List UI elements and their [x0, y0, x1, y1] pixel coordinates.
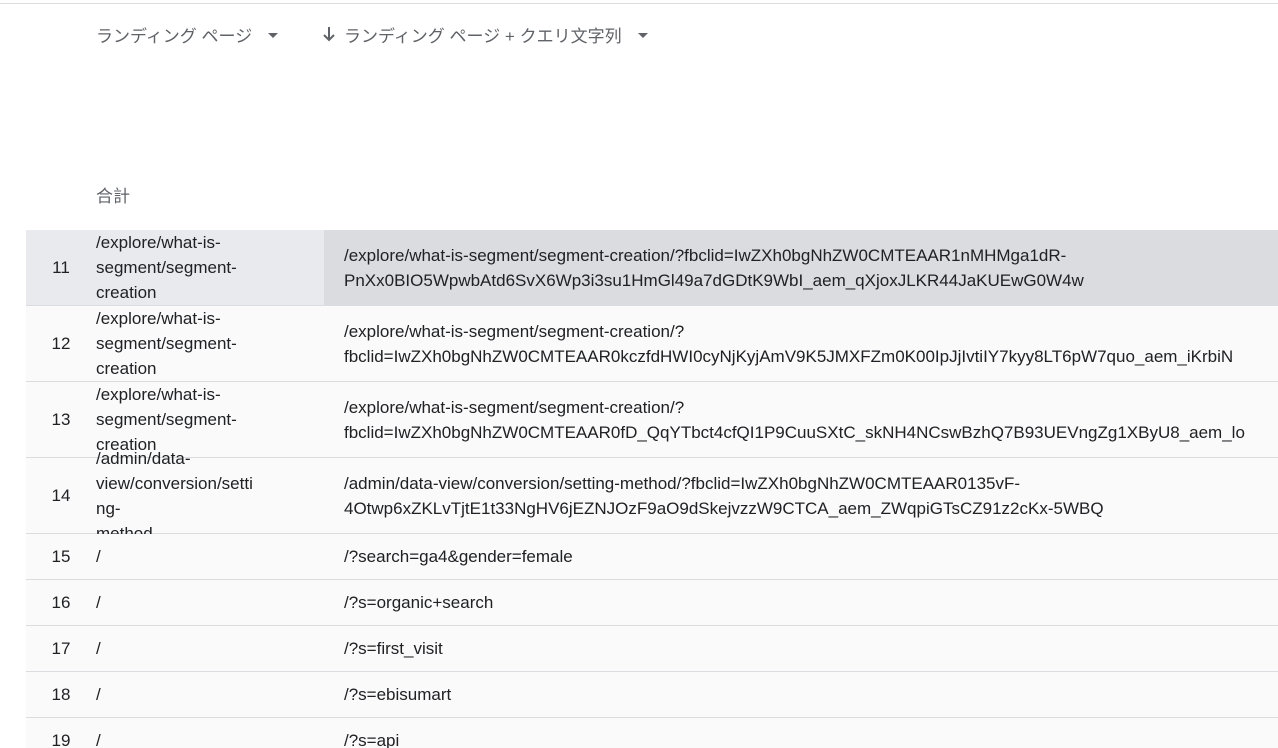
top-divider: [0, 3, 1278, 4]
landing-page-query-cell: /?s=ebisumart: [324, 672, 1278, 717]
table-row[interactable]: 15 / /?search=ga4&gender=female: [26, 534, 1278, 580]
column-header-label: ランディング ページ: [96, 26, 253, 46]
landing-page-cell: /explore/what-is- segment/segment- creat…: [96, 306, 324, 381]
landing-page-query-cell: /admin/data-view/conversion/setting-meth…: [324, 458, 1278, 533]
query-text: /?search=ga4&gender=female: [344, 547, 573, 566]
page-line: /explore/what-is-: [96, 233, 221, 252]
page-text: /: [96, 731, 101, 748]
table-row[interactable]: 12 /explore/what-is- segment/segment- cr…: [26, 306, 1278, 382]
page-line: segment/segment-: [96, 258, 237, 277]
page-line: /explore/what-is-: [96, 309, 221, 328]
landing-page-cell: /admin/data- view/conversion/setting- me…: [96, 449, 324, 543]
table-row[interactable]: 14 /admin/data- view/conversion/setting-…: [26, 449, 1278, 543]
landing-page-cell: /: [96, 534, 324, 579]
row-number: 11: [52, 257, 70, 277]
sort-descending-icon[interactable]: [322, 25, 336, 43]
report-table-view: ランディング ページ ランディング ページ + クエリ文字列 合計 11 /ex…: [0, 0, 1278, 748]
data-table: 11 /explore/what-is- segment/segment- cr…: [26, 230, 1278, 748]
column-header-landing-page[interactable]: ランディング ページ: [96, 14, 279, 54]
query-text: /?s=organic+search: [344, 593, 494, 612]
table-row[interactable]: 11 /explore/what-is- segment/segment- cr…: [26, 230, 1278, 306]
page-text: /: [96, 593, 101, 612]
landing-page-cell: /: [96, 718, 324, 748]
page-text: /: [96, 639, 101, 658]
page-line: segment/segment-: [96, 334, 237, 353]
row-number: 12: [51, 333, 71, 353]
landing-page-cell: /explore/what-is- segment/segment- creat…: [96, 230, 324, 305]
row-number: 14: [51, 485, 71, 505]
table-row[interactable]: 19 / /?s=api: [26, 718, 1278, 748]
landing-page-query-cell: /explore/what-is-segment/segment-creatio…: [324, 230, 1278, 305]
row-number: 18: [51, 684, 71, 704]
total-label: 合計: [96, 187, 130, 206]
landing-page-query-cell: /?s=organic+search: [324, 580, 1278, 625]
page-line: creation: [96, 283, 157, 302]
table-row[interactable]: 16 / /?s=organic+search: [26, 580, 1278, 626]
query-text: /?s=first_visit: [344, 639, 443, 658]
query-text: /?s=ebisumart: [344, 685, 452, 704]
row-number: 17: [51, 638, 71, 658]
landing-page-cell: /: [96, 672, 324, 717]
table-row[interactable]: 18 / /?s=ebisumart: [26, 672, 1278, 718]
caret-down-icon[interactable]: [268, 32, 279, 38]
page-text: /: [96, 547, 101, 566]
caret-down-icon[interactable]: [637, 32, 648, 38]
column-header-label: ランディング ページ + クエリ文字列: [344, 26, 622, 46]
query-text: /explore/what-is-segment/segment-creatio…: [344, 397, 1245, 442]
landing-page-query-cell: /explore/what-is-segment/segment-creatio…: [324, 306, 1278, 381]
page-line: segment/segment-: [96, 410, 237, 429]
row-number: 13: [51, 409, 71, 429]
landing-page-cell: /: [96, 580, 324, 625]
landing-page-query-cell: /explore/what-is-segment/segment-creatio…: [324, 382, 1278, 457]
table-row[interactable]: 17 / /?s=first_visit: [26, 626, 1278, 672]
landing-page-query-cell: /?s=api: [324, 718, 1278, 748]
row-number: 19: [51, 730, 71, 748]
page-line: creation: [96, 359, 157, 378]
page-line: view/conversion/setting-: [96, 473, 253, 518]
row-number: 15: [51, 546, 71, 566]
query-text: /explore/what-is-segment/segment-creatio…: [344, 245, 1084, 290]
query-text: /explore/what-is-segment/segment-creatio…: [344, 321, 1234, 366]
column-header-landing-page-query[interactable]: ランディング ページ + クエリ文字列: [322, 14, 648, 54]
page-line: /admin/data-: [96, 448, 191, 468]
landing-page-query-cell: /?s=first_visit: [324, 626, 1278, 671]
page-line: /explore/what-is-: [96, 385, 221, 404]
row-number: 16: [51, 592, 71, 612]
landing-page-query-cell: /?search=ga4&gender=female: [324, 534, 1278, 579]
query-text: /?s=api: [344, 731, 400, 748]
landing-page-cell: /: [96, 626, 324, 671]
table-header: ランディング ページ ランディング ページ + クエリ文字列: [0, 14, 1278, 54]
page-text: /: [96, 685, 101, 704]
query-text: /admin/data-view/conversion/setting-meth…: [344, 473, 1104, 518]
